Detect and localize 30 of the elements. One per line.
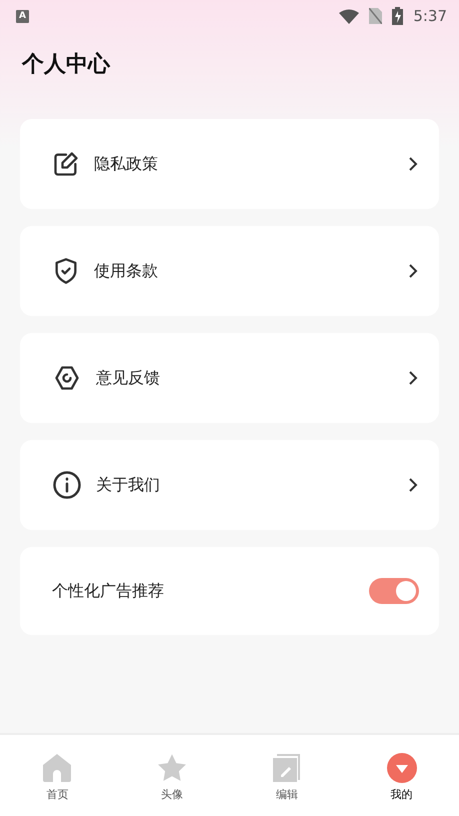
menu-item[interactable]: 使用条款	[20, 226, 439, 316]
setting-label: 个性化广告推荐	[52, 580, 165, 602]
home-icon	[41, 753, 74, 783]
notification-icon: A	[16, 10, 29, 22]
toggle-switch[interactable]	[369, 578, 419, 604]
tab-bar-item[interactable]: 我的	[344, 735, 459, 816]
menu-item[interactable]: 意见反馈	[20, 333, 439, 423]
tab-bar-item[interactable]: 首页	[0, 735, 115, 816]
menu-label: 关于我们	[96, 474, 161, 496]
menu-item[interactable]: 隐私政策	[20, 119, 439, 209]
page-title: 个人中心	[22, 50, 112, 79]
menu-item[interactable]: 关于我们	[20, 440, 439, 530]
status-time: 5:37	[413, 7, 447, 25]
wifi-icon	[339, 8, 360, 24]
tab-bar-item[interactable]: 头像	[114, 735, 230, 816]
chevron-right-icon	[407, 156, 419, 172]
battery-charging-icon	[392, 7, 404, 25]
menu-label: 意见反馈	[96, 368, 161, 388]
profile-icon	[386, 753, 417, 783]
chevron-right-icon	[407, 370, 419, 386]
chevron-right-icon	[407, 477, 419, 493]
menu-label: 使用条款	[94, 260, 159, 282]
menu-label: 隐私政策	[94, 154, 159, 174]
star-icon	[156, 753, 188, 783]
tab-bar-item[interactable]: 编辑	[230, 735, 344, 816]
edit-document-icon	[272, 753, 302, 783]
no-sim-icon	[369, 8, 382, 24]
chevron-right-icon	[407, 263, 419, 279]
edit-icon	[52, 150, 80, 178]
info-icon	[52, 470, 82, 500]
